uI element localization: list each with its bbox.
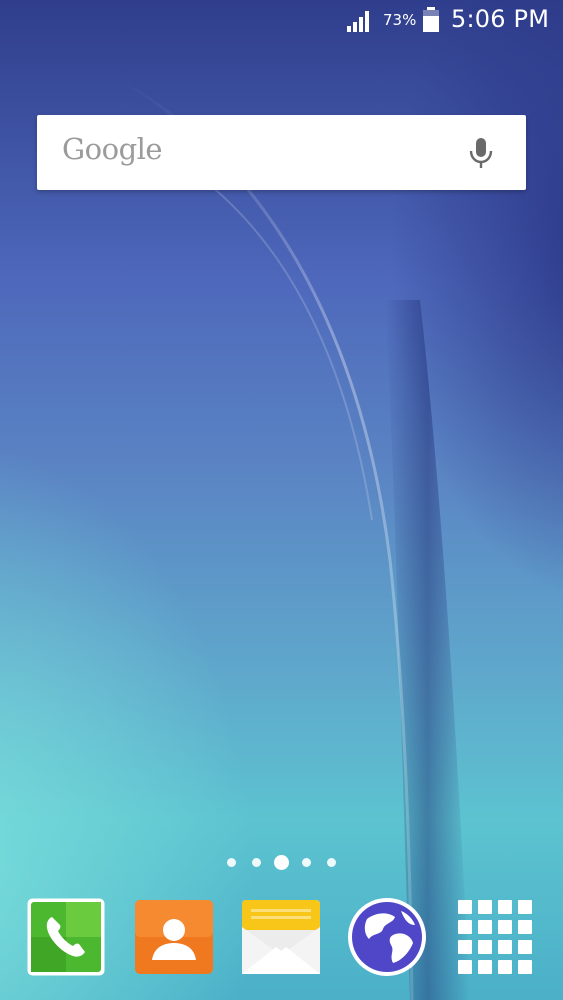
page-dot[interactable] [252, 858, 261, 867]
page-dot[interactable] [327, 858, 336, 867]
apps-grid-icon [458, 900, 532, 974]
phone-icon [27, 898, 105, 976]
messages-app[interactable] [241, 897, 321, 977]
page-dot-active[interactable] [274, 855, 289, 870]
battery-percentage: 73% [383, 11, 417, 29]
phone-app[interactable] [26, 897, 106, 977]
google-search-bar[interactable]: Google [37, 115, 526, 190]
google-logo: Google [62, 132, 163, 166]
contacts-app[interactable] [134, 897, 214, 977]
signal-icon [347, 11, 369, 32]
page-dot[interactable] [227, 858, 236, 867]
status-bar: 73% 5:06 PM [0, 0, 563, 40]
battery-icon [423, 7, 439, 32]
apps-button[interactable] [455, 897, 535, 977]
internet-app[interactable] [347, 897, 427, 977]
page-dot[interactable] [302, 858, 311, 867]
page-indicator [0, 853, 563, 873]
messages-icon [242, 900, 320, 974]
internet-icon [348, 898, 426, 976]
clock: 5:06 PM [451, 5, 550, 33]
contacts-icon [135, 900, 213, 974]
mic-icon[interactable] [466, 136, 496, 170]
